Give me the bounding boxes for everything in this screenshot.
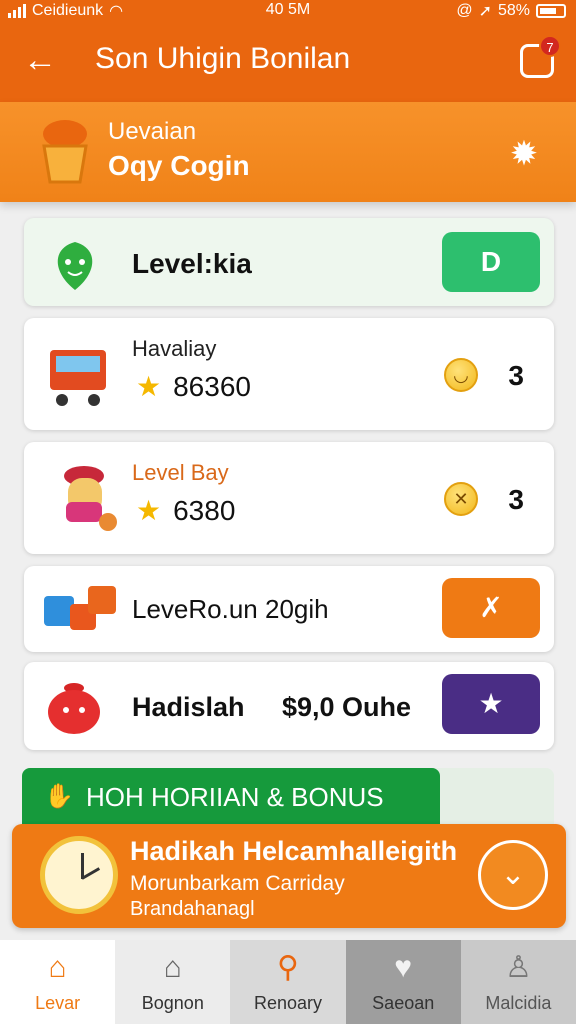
settings-button[interactable]: ✹ — [506, 136, 542, 172]
star-icon: ★ — [478, 688, 504, 719]
battery-percent: 58% — [497, 2, 530, 19]
back-button[interactable]: ← — [18, 40, 62, 84]
card-count: 3 — [508, 360, 524, 391]
nav-item-shop[interactable]: ⌂ Bognon — [115, 940, 231, 1024]
promo-card[interactable]: Hadikah Helcamhalleigith Morunbarkam Car… — [12, 824, 566, 928]
basket-icon — [42, 120, 88, 184]
hand-icon: ✋ — [44, 783, 74, 810]
reward-card[interactable]: Level Bay ★ 6380 ✕ 3 — [24, 442, 554, 554]
card-title: Hadislah — [132, 692, 245, 722]
blocks-icon — [44, 586, 116, 630]
nav-label: Levar — [35, 992, 81, 1013]
reward-card[interactable]: Havaliay ★ 86360 ◡ 3 — [24, 318, 554, 430]
card-title: Level:kia — [132, 248, 252, 279]
coin-icon: ◡ — [444, 358, 478, 392]
subheader-line2: Oqy Cogin — [108, 150, 250, 181]
offer-card[interactable]: Hadislah $9,0 Ouhe ★ — [24, 662, 554, 750]
bonus-label: HOH HORIIAN & BONUS — [86, 782, 384, 812]
card-count: 3 — [508, 484, 524, 515]
nav-label: Renoary — [253, 992, 323, 1013]
alarm-icon: @ — [456, 2, 473, 19]
promo-title: Hadikah Helcamhalleigith — [130, 836, 458, 866]
location-icon: ➚ — [478, 3, 492, 20]
star-icon: ★ — [136, 371, 162, 402]
bonus-banner[interactable]: ✋ HOH HORIIAN & BONUS — [22, 768, 440, 826]
wrench-icon: ✗ — [479, 592, 503, 623]
profile-icon: ♙ — [504, 950, 532, 984]
shop-icon: ⌂ — [163, 950, 182, 984]
nav-label: Saeoan — [372, 992, 435, 1013]
card-amount: $9,0 Ouhe — [282, 692, 412, 722]
favorite-action-button[interactable]: ★ — [442, 674, 540, 734]
chevron-down-icon: ⌄ — [500, 858, 526, 891]
level-run-card[interactable]: LeveRo.un 20gih ✗ — [24, 566, 554, 652]
bonus-strip — [430, 768, 554, 826]
heart-icon: ♥ — [394, 950, 413, 984]
card-value: ★ 6380 — [136, 494, 235, 527]
subheader: Uevaian Oqy Cogin ✹ — [0, 102, 576, 202]
clock-icon — [40, 836, 118, 914]
leaf-mascot-icon — [57, 242, 93, 290]
promo-subtitle: Morunbarkam Carriday — [130, 872, 345, 895]
tool-action-button[interactable]: ✗ — [442, 578, 540, 638]
home-icon: ⌂ — [48, 950, 67, 984]
card-subtitle: Level Bay — [132, 460, 229, 485]
nav-item-search[interactable]: ⚲ Renoary — [230, 940, 346, 1024]
level-card[interactable]: Level:kia D — [24, 218, 554, 306]
nav-item-favorites[interactable]: ♥ Saeoan — [345, 940, 461, 1024]
nav-label: Bognon — [141, 992, 204, 1013]
pot-icon — [48, 683, 100, 734]
app-bar: ← Son Uhigin Bonilan 7 — [0, 22, 576, 102]
level-action-button[interactable]: D — [442, 232, 540, 292]
mascot-icon — [64, 466, 117, 531]
nav-item-home[interactable]: ⌂ Levar — [0, 940, 116, 1024]
card-value-text: 86360 — [173, 370, 251, 402]
promo-expand-button[interactable]: ⌄ — [478, 840, 548, 910]
battery-icon — [536, 4, 566, 18]
card-value-text: 6380 — [173, 494, 236, 526]
status-bar: Ceidieunk ◠ 40 5M @ ➚ 58% — [0, 0, 576, 22]
notification-badge: 7 — [539, 35, 561, 57]
cart-icon — [50, 350, 106, 406]
subheader-line1: Uevaian — [108, 118, 197, 145]
promo-detail: Brandahanagl — [130, 898, 255, 920]
search-icon: ⚲ — [277, 950, 299, 984]
page-title: Son Uhigin Bonilan — [95, 42, 351, 75]
card-value: ★ 86360 — [136, 370, 251, 403]
gear-icon: ✹ — [509, 135, 539, 173]
nav-label: Malcidia — [485, 992, 552, 1013]
star-icon: ★ — [136, 495, 162, 526]
arrow-left-icon: ← — [23, 41, 57, 79]
notification-button[interactable]: 7 — [520, 35, 561, 78]
card-subtitle: Havaliay — [132, 336, 217, 361]
card-title: LeveRo.un 20gih — [132, 594, 329, 624]
bottom-nav: ⌂ Levar ⌂ Bognon ⚲ Renoary ♥ Saeoan ♙ Ma… — [0, 940, 576, 1024]
coin-icon: ✕ — [444, 482, 478, 516]
nav-item-profile[interactable]: ♙ Malcidia — [460, 940, 576, 1024]
